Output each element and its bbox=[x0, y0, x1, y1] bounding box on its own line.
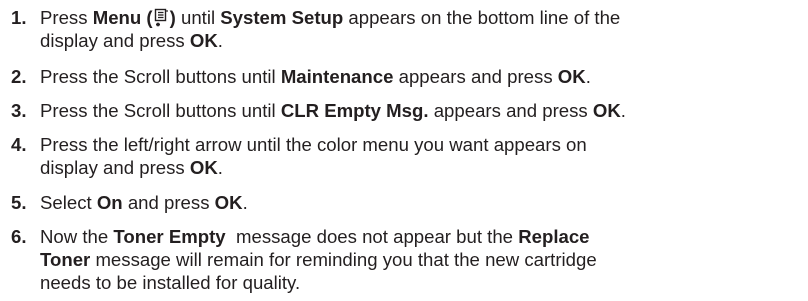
text: display and press bbox=[40, 157, 190, 178]
step-number: 6. bbox=[11, 226, 27, 247]
ok-label: OK bbox=[557, 66, 586, 87]
ok-label: OK bbox=[214, 192, 243, 213]
text: Press the left/right arrow until the col… bbox=[40, 134, 587, 155]
text: and press bbox=[122, 192, 215, 213]
replace-toner-label: Replace bbox=[518, 226, 590, 247]
text: message does not appear but the bbox=[225, 226, 519, 247]
text: . bbox=[217, 30, 223, 51]
text: . bbox=[620, 100, 626, 121]
system-setup-label: System Setup bbox=[220, 7, 344, 28]
text: Now the bbox=[40, 226, 114, 247]
step-number: 2. bbox=[11, 66, 27, 87]
step-text: Press the Scroll buttons until Maintenan… bbox=[40, 65, 806, 88]
text: Select bbox=[40, 192, 97, 213]
maintenance-label: Maintenance bbox=[280, 66, 394, 87]
on-label: On bbox=[96, 192, 123, 213]
toner-empty-label: Toner Empty bbox=[113, 226, 226, 247]
text: message will remain for reminding you th… bbox=[90, 249, 597, 270]
step-number: 1. bbox=[11, 7, 27, 28]
step-number: 4. bbox=[11, 134, 27, 155]
menu-button-label: Menu ( bbox=[92, 7, 153, 28]
menu-icon bbox=[154, 8, 169, 27]
text: Press the Scroll buttons until bbox=[40, 100, 281, 121]
text: appears and press bbox=[393, 66, 558, 87]
text: . bbox=[217, 157, 223, 178]
text: Press the Scroll buttons until bbox=[40, 66, 281, 87]
text: . bbox=[242, 192, 248, 213]
step-number: 3. bbox=[11, 100, 27, 121]
text: . bbox=[585, 66, 591, 87]
step-text: Select On and press OK. bbox=[40, 191, 806, 214]
ok-label: OK bbox=[592, 100, 621, 121]
step-text: Press Menu ( ) until System Setup appear… bbox=[40, 6, 806, 52]
step-number: 5. bbox=[11, 192, 27, 213]
ok-label: OK bbox=[189, 30, 218, 51]
text: until bbox=[175, 7, 221, 28]
text: display and press bbox=[40, 30, 190, 51]
replace-toner-label: Toner bbox=[40, 249, 91, 270]
text: appears and press bbox=[428, 100, 593, 121]
clr-empty-msg-label: CLR Empty Msg. bbox=[280, 100, 429, 121]
step-text: Press the left/right arrow until the col… bbox=[40, 133, 806, 179]
text: needs to be installed for quality. bbox=[40, 272, 301, 293]
step-text: Press the Scroll buttons until CLR Empty… bbox=[40, 99, 806, 122]
step-text: Now the Toner Empty message does not app… bbox=[40, 225, 806, 294]
text: Press bbox=[40, 7, 93, 28]
text: appears on the bottom line of the bbox=[343, 7, 621, 28]
ok-label: OK bbox=[189, 157, 218, 178]
